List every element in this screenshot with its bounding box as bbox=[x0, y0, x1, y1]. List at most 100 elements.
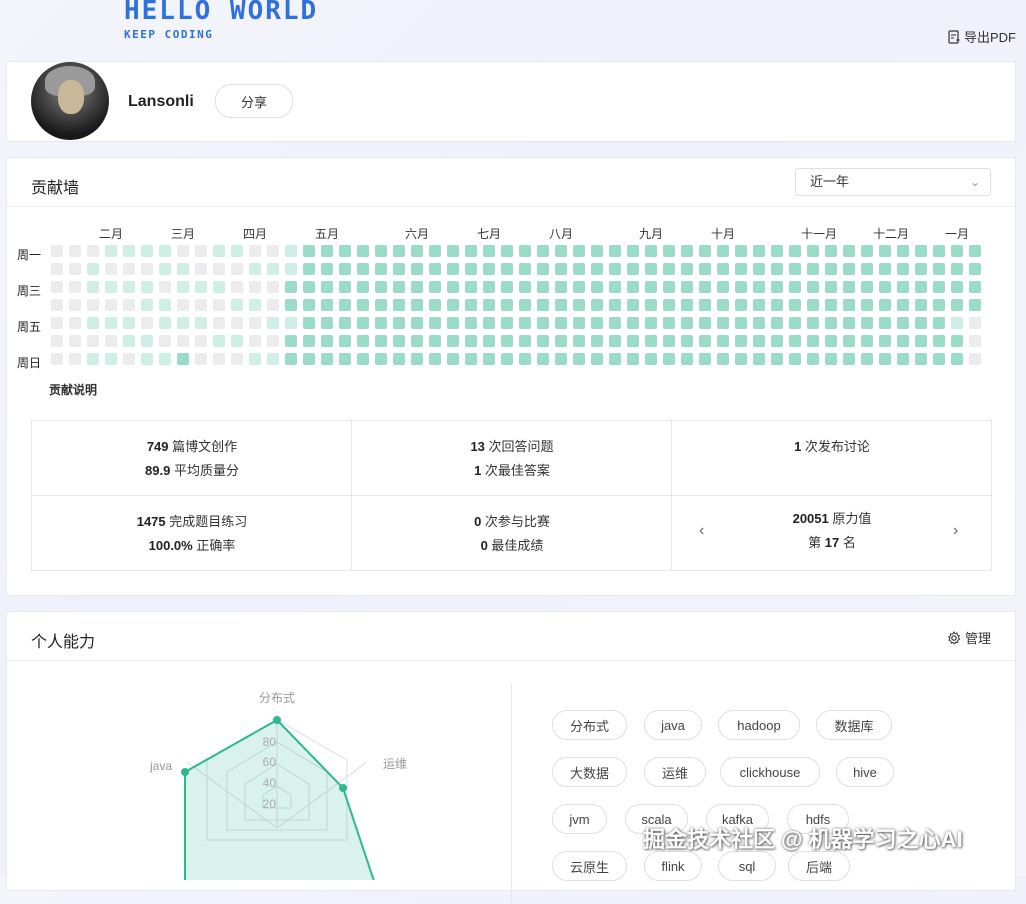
contribution-cell[interactable] bbox=[267, 245, 279, 257]
contribution-cell[interactable] bbox=[735, 335, 747, 347]
contribution-cell[interactable] bbox=[519, 335, 531, 347]
contribution-cell[interactable] bbox=[609, 281, 621, 293]
contribution-cell[interactable] bbox=[105, 353, 117, 365]
contribution-cell[interactable] bbox=[555, 299, 567, 311]
contribution-cell[interactable] bbox=[591, 335, 603, 347]
contribution-cell[interactable] bbox=[699, 317, 711, 329]
contribution-cell[interactable] bbox=[303, 281, 315, 293]
contribution-cell[interactable] bbox=[555, 353, 567, 365]
contribution-cell[interactable] bbox=[771, 281, 783, 293]
contribution-cell[interactable] bbox=[123, 281, 135, 293]
contribution-cell[interactable] bbox=[789, 281, 801, 293]
contribution-cell[interactable] bbox=[159, 263, 171, 275]
contribution-cell[interactable] bbox=[141, 317, 153, 329]
contribution-cell[interactable] bbox=[321, 353, 333, 365]
contribution-cell[interactable] bbox=[411, 317, 423, 329]
contribution-cell[interactable] bbox=[807, 335, 819, 347]
contribution-cell[interactable] bbox=[465, 335, 477, 347]
contribution-cell[interactable] bbox=[87, 281, 99, 293]
contribution-cell[interactable] bbox=[753, 335, 765, 347]
contribution-cell[interactable] bbox=[699, 245, 711, 257]
contribution-cell[interactable] bbox=[915, 317, 927, 329]
contribution-cell[interactable] bbox=[663, 263, 675, 275]
contribution-cell[interactable] bbox=[321, 245, 333, 257]
contribution-cell[interactable] bbox=[897, 263, 909, 275]
contribution-cell[interactable] bbox=[753, 263, 765, 275]
contribution-cell[interactable] bbox=[555, 281, 567, 293]
export-pdf-button[interactable]: 导出PDF bbox=[947, 27, 1016, 46]
contribution-cell[interactable] bbox=[213, 353, 225, 365]
contribution-cell[interactable] bbox=[951, 335, 963, 347]
contribution-cell[interactable] bbox=[717, 281, 729, 293]
contribution-cell[interactable] bbox=[699, 299, 711, 311]
contribution-cell[interactable] bbox=[357, 353, 369, 365]
contribution-cell[interactable] bbox=[735, 353, 747, 365]
contribution-cell[interactable] bbox=[861, 281, 873, 293]
contribution-cell[interactable] bbox=[825, 263, 837, 275]
contribution-cell[interactable] bbox=[663, 335, 675, 347]
contribution-cell[interactable] bbox=[663, 245, 675, 257]
contribution-cell[interactable] bbox=[429, 281, 441, 293]
contribution-cell[interactable] bbox=[519, 263, 531, 275]
contribution-cell[interactable] bbox=[357, 299, 369, 311]
contribution-cell[interactable] bbox=[825, 299, 837, 311]
contribution-cell[interactable] bbox=[627, 353, 639, 365]
contribution-cell[interactable] bbox=[735, 317, 747, 329]
contribution-cell[interactable] bbox=[933, 317, 945, 329]
contribution-cell[interactable] bbox=[717, 317, 729, 329]
skill-tag[interactable]: hadoop bbox=[718, 710, 800, 740]
chevron-left-icon[interactable]: ‹ bbox=[699, 522, 704, 540]
contribution-cell[interactable] bbox=[483, 335, 495, 347]
contribution-cell[interactable] bbox=[861, 353, 873, 365]
contribution-cell[interactable] bbox=[483, 299, 495, 311]
contribution-cell[interactable] bbox=[825, 335, 837, 347]
contribution-cell[interactable] bbox=[807, 353, 819, 365]
contribution-cell[interactable] bbox=[573, 281, 585, 293]
contribution-cell[interactable] bbox=[393, 263, 405, 275]
contribution-cell[interactable] bbox=[771, 335, 783, 347]
contribution-cell[interactable] bbox=[771, 299, 783, 311]
contribution-cell[interactable] bbox=[375, 353, 387, 365]
skill-tag[interactable]: hive bbox=[836, 757, 894, 787]
contribution-cell[interactable] bbox=[699, 353, 711, 365]
contribution-cell[interactable] bbox=[51, 335, 63, 347]
contribution-cell[interactable] bbox=[195, 335, 207, 347]
contribution-cell[interactable] bbox=[357, 263, 369, 275]
contribution-cell[interactable] bbox=[69, 335, 81, 347]
contribution-cell[interactable] bbox=[249, 317, 261, 329]
contribution-cell[interactable] bbox=[717, 263, 729, 275]
contribution-cell[interactable] bbox=[969, 263, 981, 275]
contribution-cell[interactable] bbox=[609, 353, 621, 365]
contribution-cell[interactable] bbox=[87, 317, 99, 329]
contribution-cell[interactable] bbox=[969, 245, 981, 257]
skill-tag[interactable]: 大数据 bbox=[552, 757, 627, 787]
contribution-cell[interactable] bbox=[537, 299, 549, 311]
contribution-cell[interactable] bbox=[645, 245, 657, 257]
avatar[interactable] bbox=[31, 62, 109, 140]
contribution-cell[interactable] bbox=[933, 299, 945, 311]
contribution-cell[interactable] bbox=[843, 245, 855, 257]
contribution-cell[interactable] bbox=[591, 263, 603, 275]
contribution-cell[interactable] bbox=[645, 281, 657, 293]
contribution-cell[interactable] bbox=[807, 299, 819, 311]
contribution-cell[interactable] bbox=[375, 317, 387, 329]
contribution-cell[interactable] bbox=[357, 245, 369, 257]
contribution-cell[interactable] bbox=[447, 263, 459, 275]
contribution-cell[interactable] bbox=[249, 245, 261, 257]
contribution-cell[interactable] bbox=[177, 263, 189, 275]
contribution-cell[interactable] bbox=[735, 263, 747, 275]
contribution-cell[interactable] bbox=[609, 317, 621, 329]
contribution-cell[interactable] bbox=[933, 353, 945, 365]
contribution-cell[interactable] bbox=[141, 245, 153, 257]
contribution-cell[interactable] bbox=[897, 299, 909, 311]
contribution-cell[interactable] bbox=[789, 353, 801, 365]
contribution-cell[interactable] bbox=[447, 281, 459, 293]
contribution-cell[interactable] bbox=[627, 335, 639, 347]
contribution-cell[interactable] bbox=[285, 299, 297, 311]
skill-tag[interactable]: sql bbox=[718, 851, 776, 881]
contribution-cell[interactable] bbox=[429, 263, 441, 275]
contribution-cell[interactable] bbox=[447, 317, 459, 329]
contribution-cell[interactable] bbox=[555, 335, 567, 347]
contribution-cell[interactable] bbox=[537, 317, 549, 329]
contribution-cell[interactable] bbox=[177, 245, 189, 257]
